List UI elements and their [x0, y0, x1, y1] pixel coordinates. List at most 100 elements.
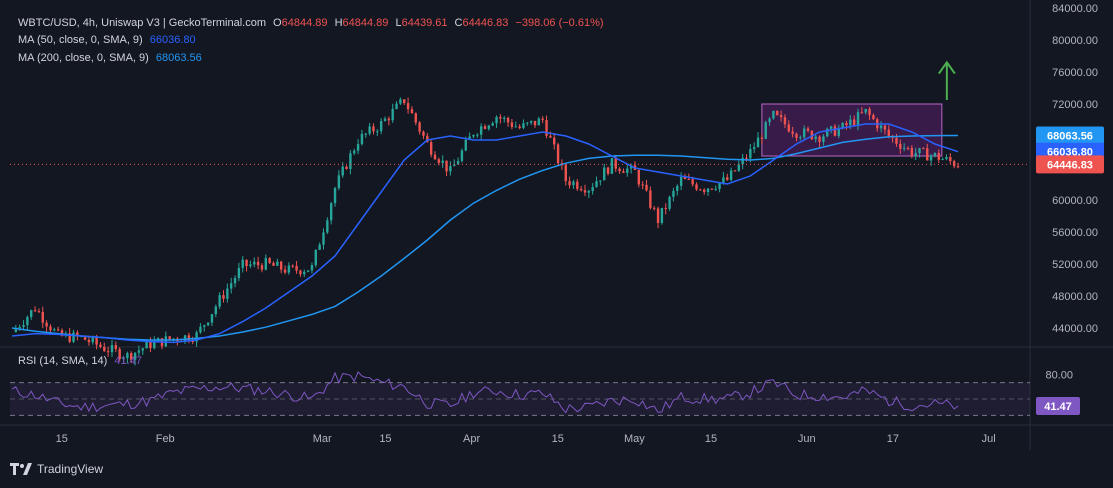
- candle-body: [249, 264, 252, 267]
- price-tick: 44000.00: [1052, 323, 1098, 335]
- candle-body: [768, 118, 771, 123]
- candle-body: [360, 133, 364, 145]
- candle-body: [845, 122, 848, 126]
- candle-body: [268, 258, 271, 263]
- time-tick: May: [624, 433, 645, 445]
- candle-body: [110, 345, 114, 353]
- symbol-label[interactable]: WBTC/USD, 4h, Uniswap V3 | GeckoTerminal…: [18, 17, 266, 29]
- candle-body: [341, 166, 344, 176]
- candle-body: [314, 249, 317, 266]
- candle-body: [733, 170, 737, 172]
- candle-body: [245, 259, 248, 267]
- candle-body: [852, 119, 856, 125]
- tradingview-logo-text: TradingView: [37, 462, 104, 476]
- candle-body: [95, 337, 98, 345]
- rsi-legend[interactable]: RSI (14, SMA, 14) 41.47: [18, 355, 146, 367]
- candle-body: [329, 203, 333, 221]
- candle-body: [383, 118, 387, 122]
- candle-body: [410, 109, 414, 114]
- candle-body: [699, 189, 702, 191]
- candle-body: [741, 157, 744, 165]
- candle-body: [610, 158, 614, 174]
- candle-body: [33, 310, 37, 312]
- candle-body: [910, 147, 914, 156]
- candle-body: [714, 188, 717, 190]
- candle-body: [376, 131, 379, 133]
- candle-body: [687, 179, 691, 181]
- candle-body: [518, 126, 521, 129]
- tradingview-logo-icon: [10, 463, 32, 475]
- candle-body: [726, 177, 729, 180]
- candle-body: [56, 329, 60, 331]
- candle-body: [737, 164, 741, 171]
- ma50-legend[interactable]: MA (50, close, 0, SMA, 9) 66036.80: [18, 34, 200, 46]
- candle-body: [902, 147, 906, 149]
- candle-body: [72, 332, 75, 342]
- price-tick: 76000.00: [1052, 67, 1098, 79]
- candle-body: [906, 147, 910, 149]
- candle-body: [526, 122, 529, 124]
- candle-body: [614, 158, 617, 169]
- candle-body: [679, 176, 683, 186]
- price-tick: 84000.00: [1052, 3, 1098, 15]
- candle-body: [49, 326, 52, 331]
- candle-body: [626, 168, 629, 173]
- candle-body: [229, 283, 233, 289]
- candle-body: [956, 166, 960, 168]
- candle-body: [745, 157, 748, 159]
- candle-body: [949, 157, 952, 162]
- candle-body: [860, 112, 864, 114]
- candle-body: [929, 155, 933, 161]
- candle-body: [664, 207, 667, 209]
- candle-body: [579, 188, 583, 191]
- candle-body: [260, 265, 264, 270]
- candle-body: [406, 103, 410, 110]
- candle-body: [379, 121, 383, 132]
- candle-body: [349, 153, 352, 169]
- candle-body: [833, 126, 837, 136]
- candle-body: [941, 158, 944, 160]
- candle-body: [895, 137, 898, 144]
- price-badge: 64446.83: [1047, 159, 1093, 171]
- candle-body: [276, 261, 279, 266]
- rsi-badge: 41.47: [1044, 401, 1072, 413]
- candle-body: [791, 131, 794, 134]
- candle-body: [783, 117, 787, 125]
- candle-body: [37, 311, 41, 313]
- ma200-legend[interactable]: MA (200, close, 0, SMA, 9) 68063.56: [18, 52, 206, 64]
- candle-body: [752, 147, 756, 149]
- candle-body: [391, 108, 394, 121]
- candle-body: [514, 126, 517, 128]
- candle-body: [595, 181, 598, 188]
- candle-body: [583, 190, 587, 193]
- chart-svg: 84000.0080000.0076000.0072000.0068000.00…: [0, 0, 1113, 488]
- candle-body: [429, 142, 433, 155]
- candle-body: [287, 265, 291, 273]
- candle-body: [26, 317, 29, 326]
- time-tick: 15: [705, 433, 717, 445]
- candle-body: [337, 175, 341, 189]
- candle-body: [568, 181, 571, 186]
- candle-body: [653, 207, 656, 209]
- candle-body: [356, 144, 360, 151]
- candle-body: [922, 148, 925, 150]
- time-tick: Apr: [463, 433, 480, 445]
- price-tick: 72000.00: [1052, 99, 1098, 111]
- candle-body: [487, 125, 491, 129]
- candle-body: [806, 128, 810, 131]
- candle-body: [203, 325, 206, 327]
- tradingview-logo[interactable]: TradingView: [10, 462, 103, 476]
- candle-body: [491, 123, 494, 126]
- low-value: L64439.61: [395, 17, 448, 29]
- candle-body: [299, 270, 302, 275]
- time-tick: Mar: [313, 433, 332, 445]
- candle-body: [433, 154, 437, 160]
- time-tick: 15: [379, 433, 391, 445]
- candle-body: [291, 265, 294, 267]
- candle-body: [795, 133, 798, 138]
- ohlc-legend: WBTC/USD, 4h, Uniswap V3 | GeckoTerminal…: [18, 17, 608, 29]
- candle-body: [772, 110, 775, 119]
- candle-body: [414, 113, 417, 123]
- candle-body: [702, 189, 706, 192]
- rsi-tick: 80.00: [1045, 369, 1073, 381]
